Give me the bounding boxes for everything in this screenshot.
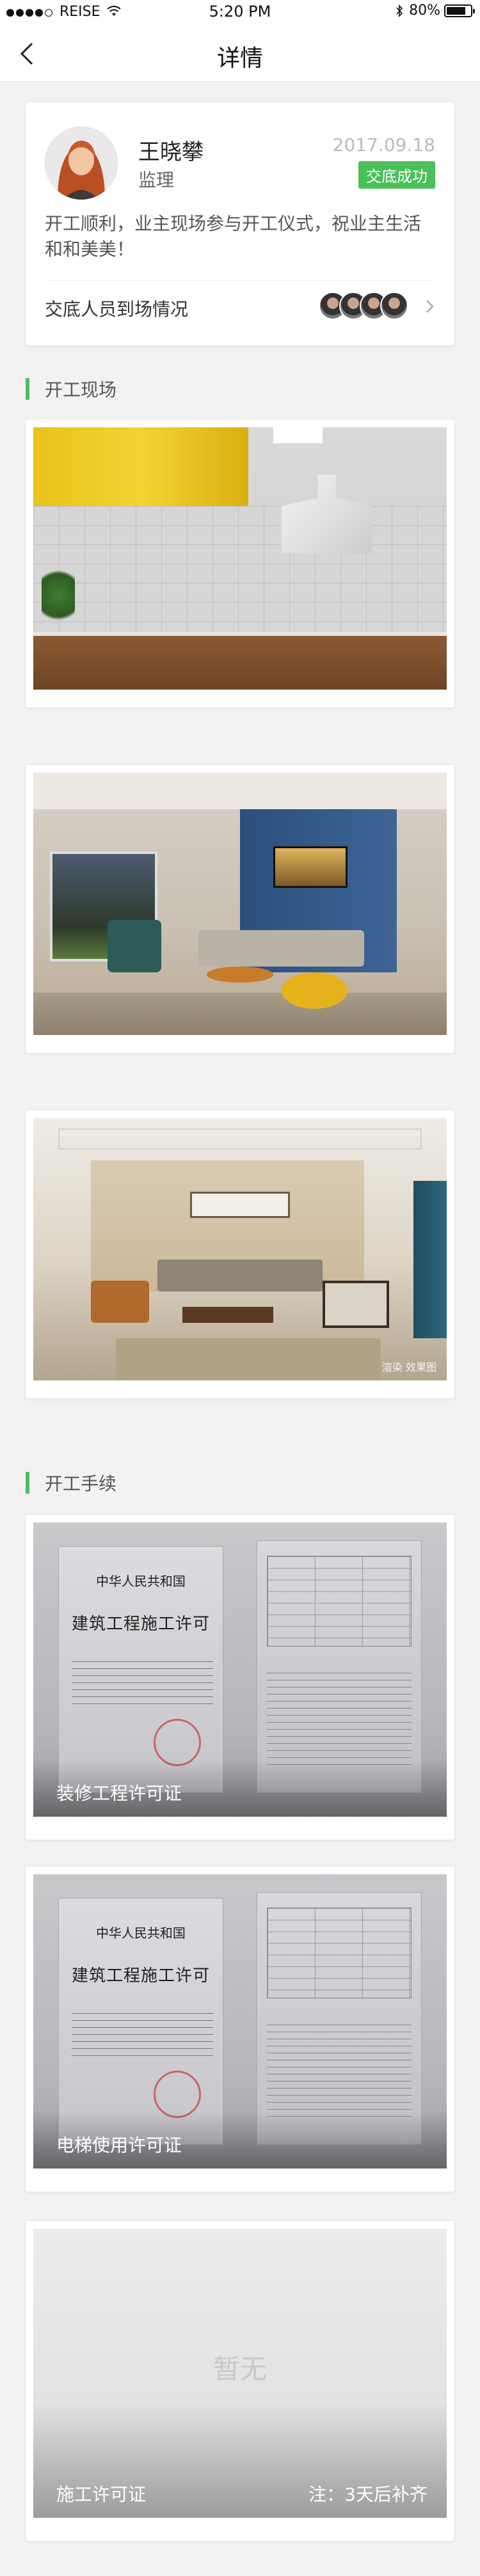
battery-icon — [444, 4, 475, 17]
living-room-photo — [33, 773, 447, 1035]
permit-document-form — [256, 1892, 422, 2145]
divider — [45, 280, 435, 281]
permit-card[interactable]: 中华人民共和国 建筑工程施工许可 电梯使用许可证 — [26, 1867, 454, 2192]
permit-doc-title: 建筑工程施工许可 — [71, 1614, 210, 1634]
description: 开工顺利，业主现场参与开工仪式，祝业主生活和和美美！ — [45, 213, 422, 260]
section-site-title: 开工现场 — [26, 377, 116, 400]
site-photo[interactable]: 渲染 效果图 — [26, 1110, 454, 1398]
permit-document: 中华人民共和国 建筑工程施工许可 — [58, 1545, 224, 1794]
handover-attendance-link[interactable]: 交底人员到场情况 — [45, 296, 188, 321]
permit-document: 中华人民共和国 建筑工程施工许可 — [58, 1897, 224, 2145]
permit-doc-country: 中华人民共和国 — [95, 1574, 186, 1590]
site-photo[interactable] — [26, 420, 454, 707]
permit-label: 施工许可证 — [56, 2484, 147, 2505]
empty-text: 暂无 — [212, 2353, 267, 2385]
permit-label: 装修工程许可证 — [56, 1783, 182, 1804]
permit-document-form — [256, 1540, 422, 1794]
section-procedures-label: 开工手续 — [45, 1473, 117, 1494]
bluetooth-icon — [396, 4, 403, 17]
permit-photo: 中华人民共和国 建筑工程施工许可 装修工程许可证 — [33, 1522, 447, 1817]
section-accent-bar — [26, 378, 29, 400]
supervisor-role: 监理 — [138, 170, 175, 191]
chevron-right-icon[interactable] — [421, 298, 438, 315]
pending-permit-card[interactable]: 暂无 施工许可证 注：3天后补齐 — [26, 2221, 454, 2541]
status-bar: REISE 5:20 PM 80% — [0, 0, 480, 26]
permit-doc-country: 中华人民共和国 — [95, 1925, 186, 1941]
photo-watermark: 渲染 效果图 — [381, 1361, 436, 1373]
attendee-avatar — [380, 292, 408, 320]
attendee-avatars[interactable] — [319, 292, 408, 320]
supervisor-card: 王晓攀 监理 2017.09.18 交底成功 开工顺利，业主现场参与开工仪式，祝… — [26, 102, 454, 345]
battery-percent: 80% — [409, 3, 440, 19]
section-accent-bar — [26, 1472, 29, 1494]
kitchen-photo — [33, 427, 447, 690]
avatar — [45, 127, 118, 200]
status-right: 80% — [395, 3, 475, 19]
section-site-label: 开工现场 — [45, 379, 117, 400]
record-date: 2017.09.18 — [332, 134, 435, 155]
status-badge: 交底成功 — [358, 161, 435, 189]
page-title: 详情 — [216, 45, 263, 72]
site-photo[interactable] — [26, 765, 454, 1053]
living-room-photo: 渲染 效果图 — [33, 1118, 447, 1380]
permit-doc-title: 建筑工程施工许可 — [71, 1966, 210, 1986]
permit-note: 注：3天后补齐 — [308, 2484, 428, 2505]
permit-card[interactable]: 中华人民共和国 建筑工程施工许可 装修工程许可证 — [26, 1515, 454, 1840]
permit-photo: 中华人民共和国 建筑工程施工许可 电梯使用许可证 — [33, 1874, 447, 2169]
empty-placeholder: 暂无 施工许可证 注：3天后补齐 — [33, 2229, 447, 2518]
supervisor-name: 王晓攀 — [138, 139, 204, 165]
nav-bar: 详情 — [0, 26, 480, 82]
permit-label: 电梯使用许可证 — [56, 2135, 182, 2156]
section-procedures-title: 开工手续 — [26, 1471, 116, 1494]
